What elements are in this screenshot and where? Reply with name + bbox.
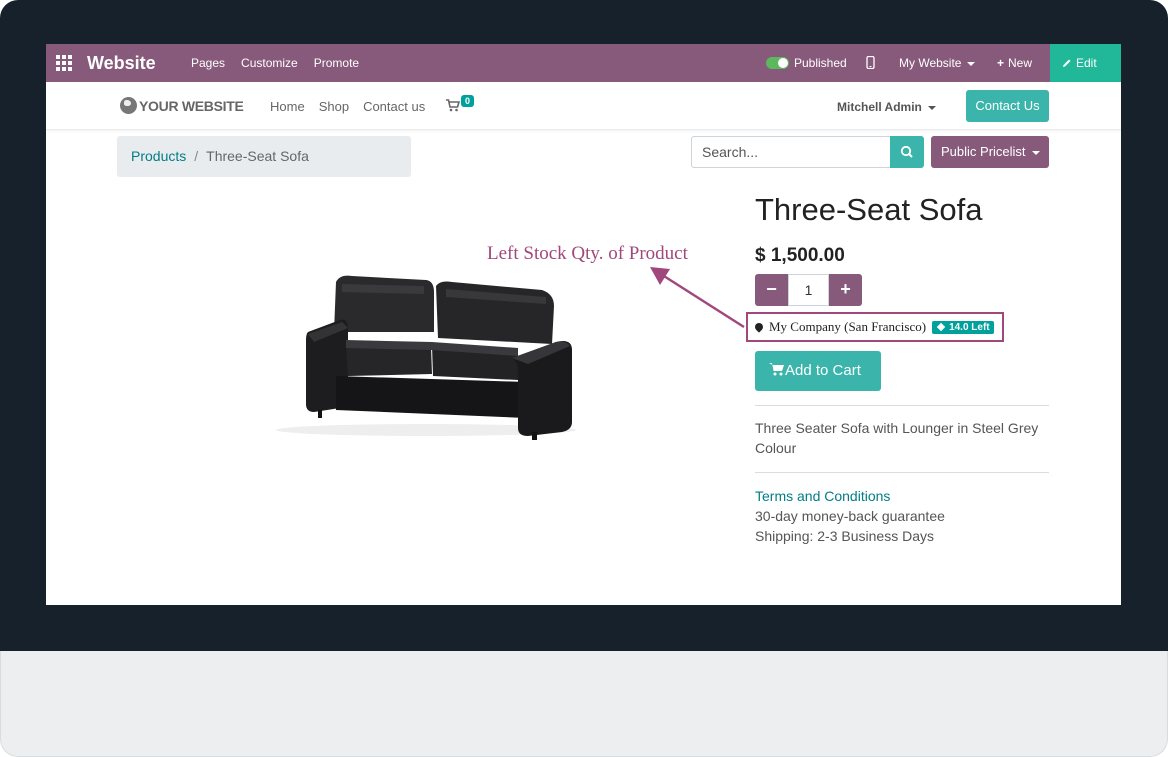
quantity-increase-button[interactable]: +	[829, 274, 862, 306]
nav-home[interactable]: Home	[270, 99, 305, 114]
product-description: Three Seater Sofa with Lounger in Steel …	[755, 420, 1039, 456]
browser-screen: Website Pages Customize Promote Publishe…	[46, 44, 1121, 605]
breadcrumb-separator: /	[194, 148, 199, 164]
apps-menu-icon[interactable]	[56, 55, 72, 71]
pencil-icon	[1063, 59, 1071, 67]
new-button[interactable]: + New	[997, 56, 1032, 70]
stock-info: My Company (San Francisco) 14.0 Left	[753, 319, 994, 335]
search-icon	[900, 145, 913, 158]
quantity-input[interactable]: 1	[788, 274, 829, 306]
site-logo[interactable]: YOUR WEBSITE	[120, 97, 244, 114]
stock-left-badge: 14.0 Left	[932, 320, 994, 334]
divider	[755, 472, 1049, 473]
quantity-decrease-button[interactable]: −	[755, 274, 788, 306]
shipping-text: Shipping: 2-3 Business Days	[755, 528, 934, 544]
nav-shop[interactable]: Shop	[319, 99, 349, 114]
monitor-frame: Website Pages Customize Promote Publishe…	[0, 0, 1168, 757]
product-image	[276, 275, 576, 440]
menu-pages[interactable]: Pages	[191, 56, 225, 70]
tag-icon	[936, 322, 946, 331]
guarantee-text: 30-day money-back guarantee	[755, 508, 945, 524]
admin-bar: Website Pages Customize Promote Publishe…	[46, 44, 1121, 82]
search-button[interactable]	[890, 136, 924, 168]
product-name: Three-Seat Sofa	[755, 192, 983, 227]
edit-button-label: Edit	[1076, 56, 1097, 70]
chevron-down-icon	[967, 61, 976, 66]
pricelist-dropdown[interactable]: Public Pricelist	[931, 136, 1049, 168]
website-switcher-label: My Website	[899, 56, 962, 70]
main-nav: Home Shop Contact us	[270, 99, 425, 114]
warehouse-name: My Company (San Francisco)	[769, 319, 927, 334]
product-price: $ 1,500.00	[755, 245, 845, 266]
admin-menu: Pages Customize Promote	[191, 56, 359, 70]
menu-promote[interactable]: Promote	[314, 56, 359, 70]
divider	[755, 405, 1049, 406]
user-name: Mitchell Admin	[837, 100, 922, 114]
add-to-cart-label: Add to Cart	[785, 362, 861, 379]
search-input[interactable]: Search...	[691, 136, 891, 168]
cart-icon[interactable]	[446, 99, 461, 117]
published-toggle[interactable]	[766, 57, 789, 69]
published-label: Published	[794, 56, 847, 70]
annotation-arrow-icon	[650, 267, 745, 329]
app-title[interactable]: Website	[87, 53, 156, 74]
website-switcher[interactable]: My Website	[899, 56, 976, 70]
chevron-down-icon	[1031, 150, 1040, 155]
breadcrumb: Products / Three-Seat Sofa	[117, 136, 411, 177]
monitor-chin	[0, 651, 1168, 757]
stock-left-text: 14.0 Left	[949, 321, 990, 333]
cart-count-badge: 0	[461, 95, 475, 107]
menu-customize[interactable]: Customize	[241, 56, 298, 70]
map-marker-icon	[753, 321, 765, 333]
add-to-cart-button[interactable]: Add to Cart	[755, 351, 881, 391]
plus-icon: +	[997, 56, 1005, 70]
contact-us-button[interactable]: Contact Us	[966, 90, 1049, 122]
logo-text: YOUR WEBSITE	[139, 98, 244, 114]
nav-contact[interactable]: Contact us	[363, 99, 425, 114]
user-menu[interactable]: Mitchell Admin	[837, 100, 936, 114]
globe-icon	[120, 97, 137, 114]
site-header: YOUR WEBSITE Home Shop Contact us 0 Mitc…	[46, 82, 1121, 130]
terms-link[interactable]: Terms and Conditions	[755, 488, 890, 504]
pricelist-label: Public Pricelist	[941, 144, 1026, 159]
chevron-down-icon	[927, 105, 936, 110]
new-button-label: New	[1008, 56, 1033, 70]
cart-icon	[769, 363, 784, 376]
mobile-preview-icon[interactable]	[866, 55, 875, 72]
breadcrumb-current: Three-Seat Sofa	[206, 148, 309, 164]
edit-button[interactable]: Edit	[1050, 44, 1121, 82]
quantity-stepper: − 1 +	[755, 274, 862, 306]
breadcrumb-products[interactable]: Products	[131, 148, 186, 164]
